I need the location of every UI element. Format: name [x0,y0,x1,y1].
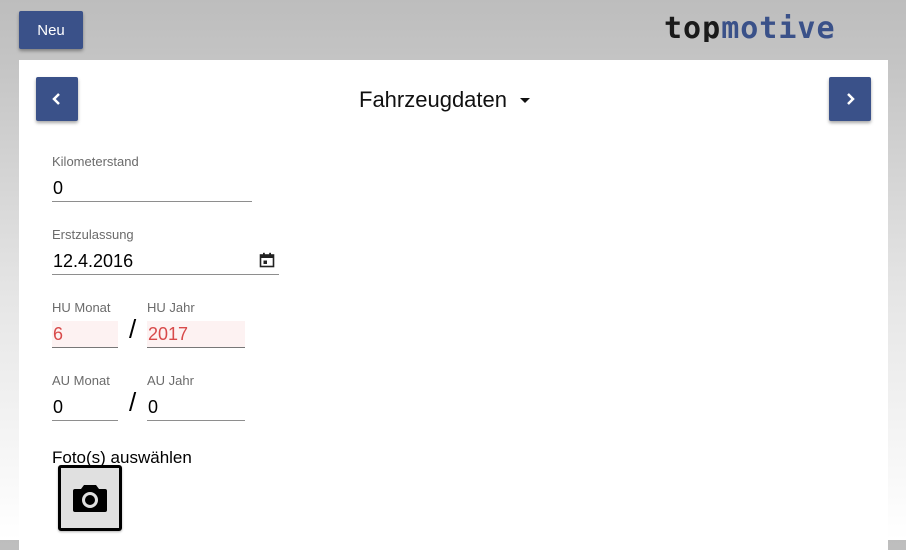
kilometerstand-field: Kilometerstand 0 [52,154,252,202]
au-separator: / [129,387,137,417]
new-button[interactable]: Neu [19,11,83,49]
erstzulassung-field: Erstzulassung 12.4.2016 [52,227,279,275]
au-jahr-field: AU Jahr 0 [147,373,245,421]
hu-jahr-label: HU Jahr [147,300,195,315]
erstzulassung-label: Erstzulassung [52,227,134,242]
kilometerstand-input[interactable]: 0 [52,175,252,202]
kilometerstand-label: Kilometerstand [52,154,139,169]
caret-down-icon [520,98,530,103]
chevron-left-icon [52,93,60,105]
erstzulassung-value: 12.4.2016 [53,251,134,271]
au-jahr-input[interactable]: 0 [147,394,245,421]
calendar-icon[interactable] [259,252,275,268]
au-monat-input[interactable]: 0 [52,394,118,421]
section-title: Fahrzeugdaten [359,87,507,112]
au-jahr-label: AU Jahr [147,373,194,388]
hu-separator: / [129,314,137,344]
hu-monat-field: HU Monat 6 [52,300,118,348]
hu-jahr-field: HU Jahr 2017 [147,300,245,348]
erstzulassung-input[interactable]: 12.4.2016 [52,248,279,275]
section-selector[interactable]: Fahrzeugdaten [359,87,531,113]
camera-button[interactable] [58,465,122,531]
hu-monat-input[interactable]: 6 [52,321,118,348]
au-monat-field: AU Monat 0 [52,373,118,421]
chevron-right-icon [847,93,855,105]
vehicle-data-card: Fahrzeugdaten Kilometerstand 0 Erstzulas… [19,60,888,550]
hu-jahr-input[interactable]: 2017 [147,321,245,348]
svg-text:topmotive: topmotive [664,14,836,42]
camera-icon [73,485,107,512]
next-button[interactable] [829,77,871,121]
previous-button[interactable] [36,77,78,121]
hu-monat-label: HU Monat [52,300,111,315]
topmotive-logo: topmotive [664,14,836,42]
au-monat-label: AU Monat [52,373,110,388]
